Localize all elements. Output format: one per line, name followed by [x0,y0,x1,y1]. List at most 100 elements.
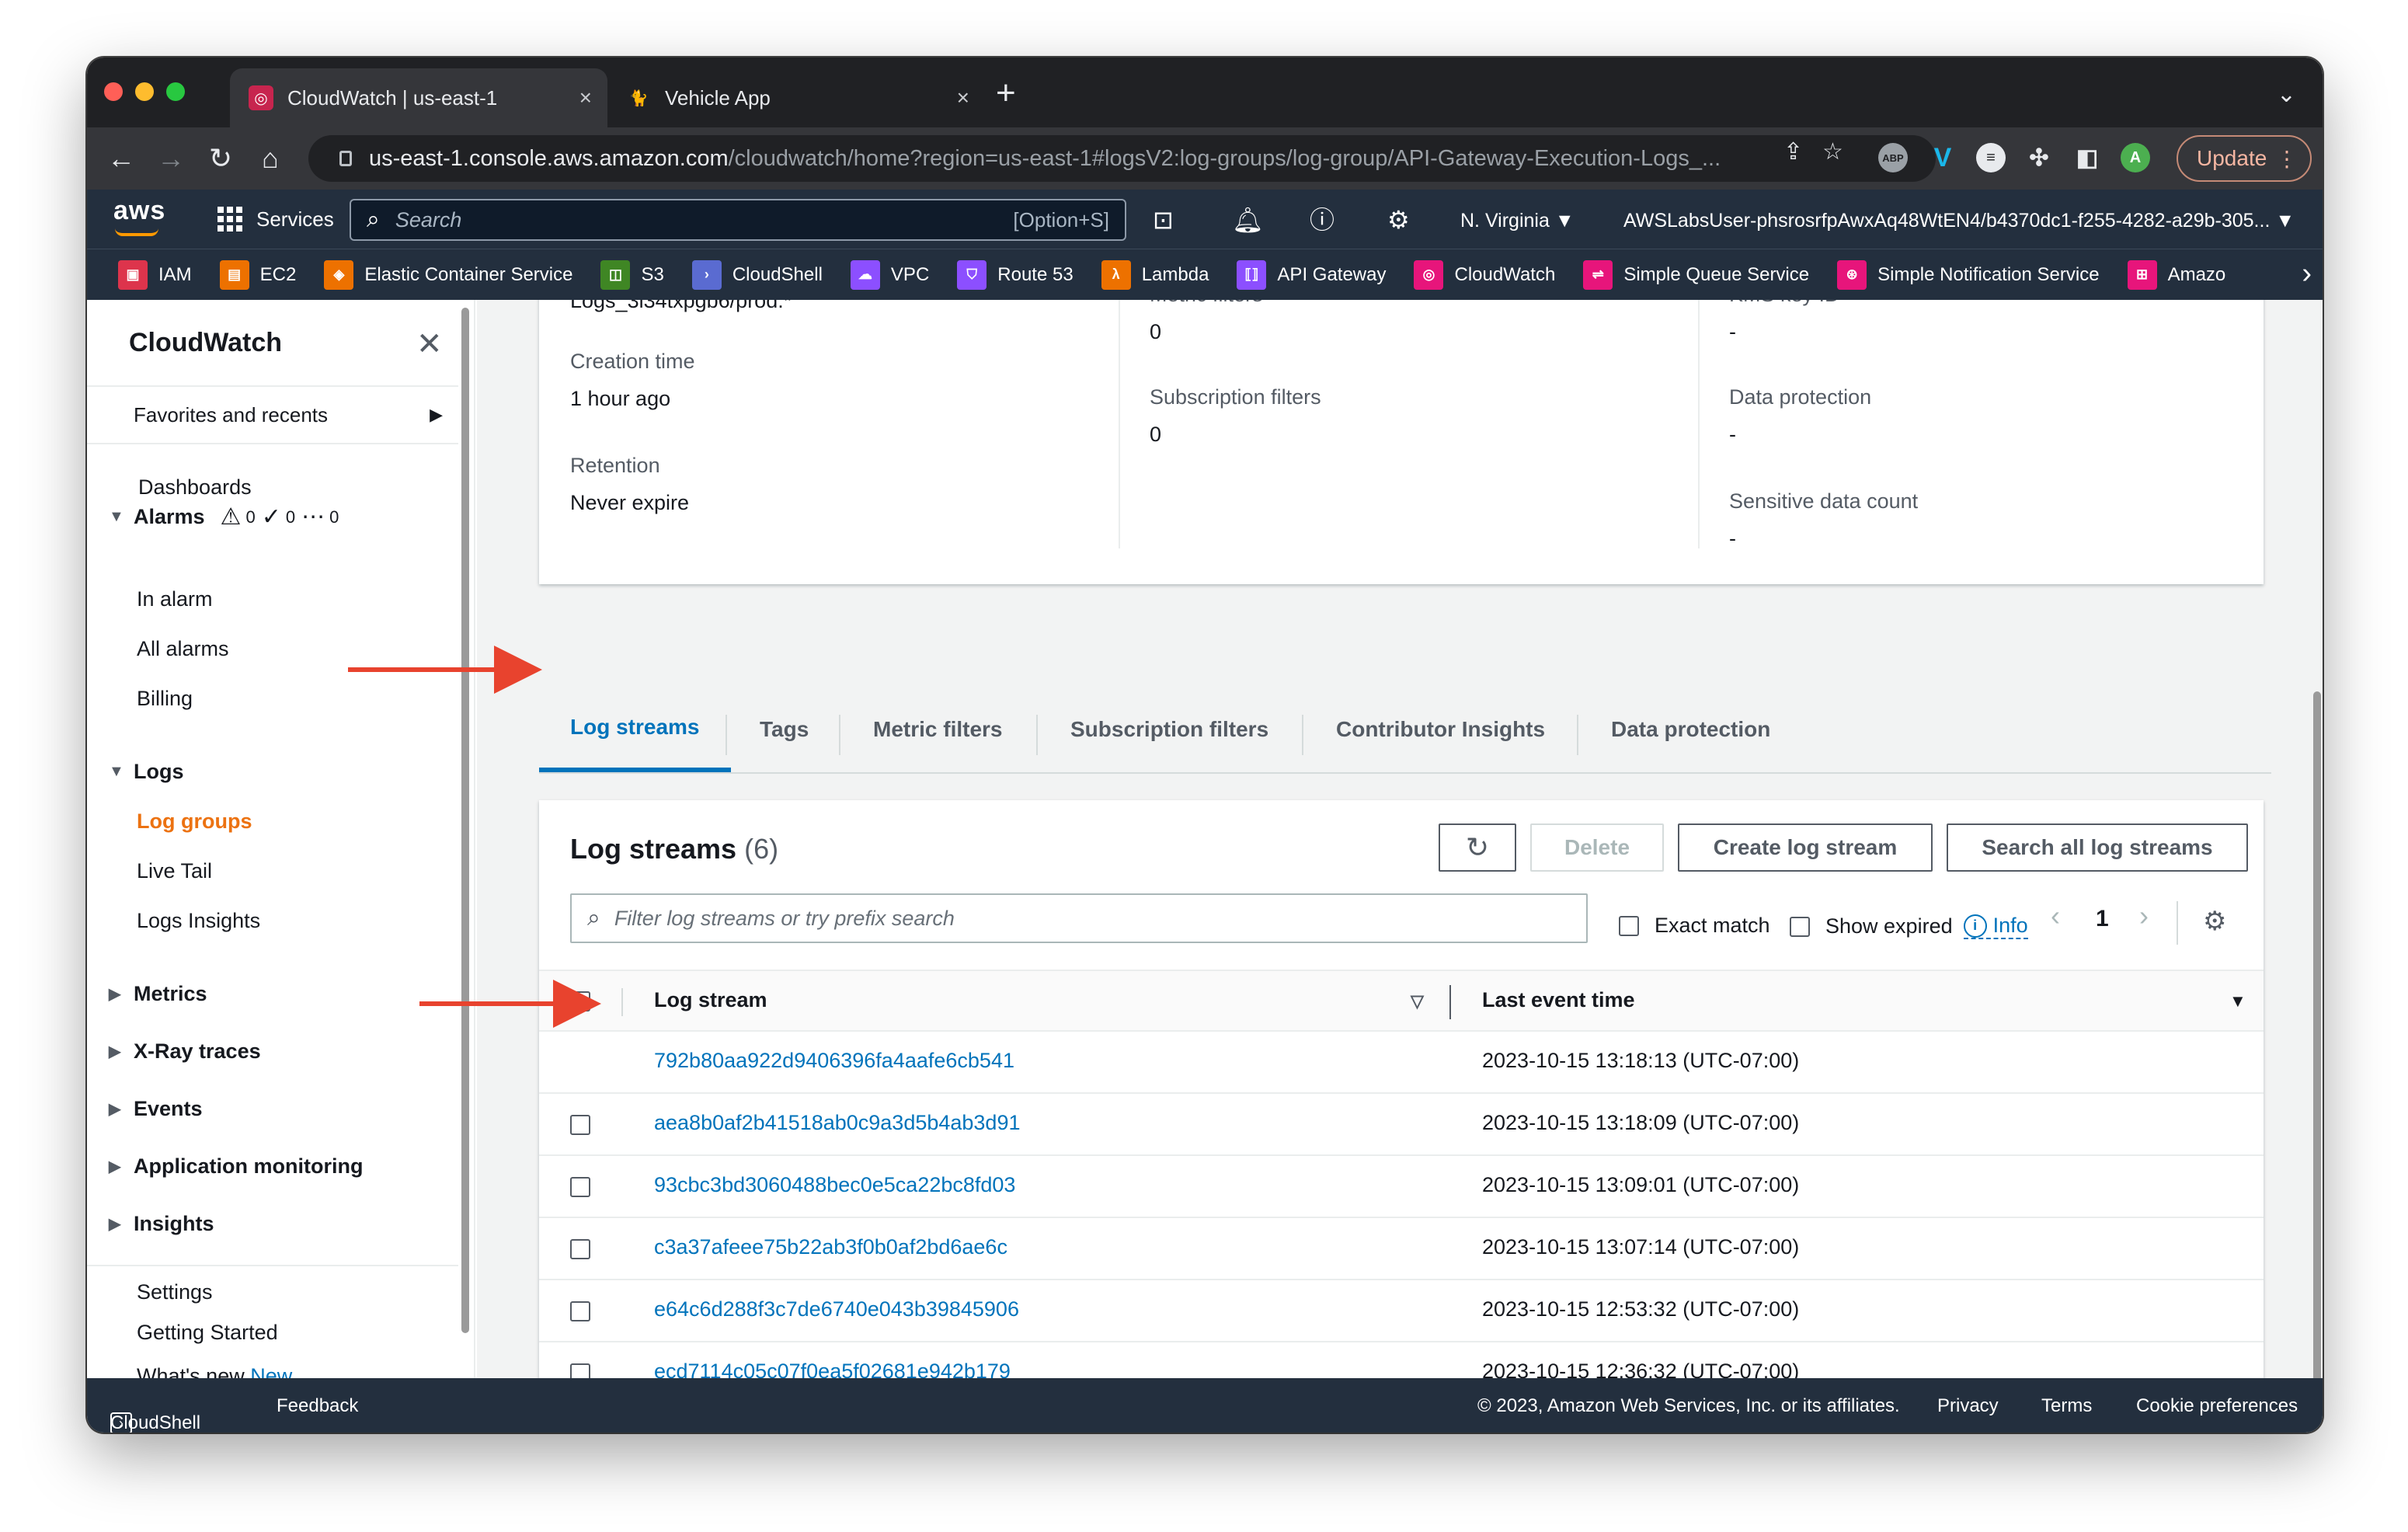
previous-page-chevron-icon[interactable]: ‹ [2051,900,2060,932]
favorites-and-recents[interactable]: Favorites and recents ▶ [87,385,458,444]
refresh-button[interactable]: ↻ [1439,823,1516,872]
row-checkbox[interactable] [570,1301,590,1321]
row-checkbox[interactable] [570,1177,590,1197]
delete-button[interactable]: Delete [1530,823,1664,872]
bookmark-star-icon[interactable]: ☆ [1822,138,1843,165]
footer-cookie-preferences-link[interactable]: Cookie preferences [2136,1395,2298,1417]
fav-route53[interactable]: ⛉ Route 53 [957,259,1074,290]
fav-api-gateway[interactable]: ⟦⟧ API Gateway [1237,259,1386,290]
tab-log-streams[interactable]: Log streams [539,687,731,772]
fav-lambda[interactable]: λ Lambda [1101,259,1209,290]
services-menu-button[interactable]: Services [217,207,334,232]
fav-sqs[interactable]: ⇌ Simple Queue Service [1583,259,1809,290]
puzzle-extensions-icon[interactable]: ✣ [2024,143,2054,172]
column-header-last-event-time[interactable]: Last event time [1482,988,1635,1012]
fav-sns[interactable]: ⊛ Simple Notification Service [1837,259,2100,290]
side-panel-icon[interactable]: ◧ [2072,143,2102,172]
minimize-window-button[interactable] [135,82,154,101]
aws-search-input[interactable]: ⌕ Search [Option+S] [350,199,1126,241]
close-tab-icon[interactable]: × [579,85,592,110]
filter-log-streams-input[interactable]: ⌕ Filter log streams or try prefix searc… [570,893,1588,943]
sidebar-item-all-alarms[interactable]: All alarms [137,637,229,661]
page-number[interactable]: 1 [2096,906,2109,932]
sidebar-item-log-groups[interactable]: Log groups [137,810,252,834]
help-icon[interactable]: ⓘ [1310,207,1334,233]
sidebar-section-logs[interactable]: ▼ Logs [109,760,184,784]
footer-terms-link[interactable]: Terms [2041,1395,2092,1417]
row-checkbox[interactable] [570,1239,590,1259]
tab-search-chevron-icon[interactable]: ⌄ [2277,81,2296,108]
info-link[interactable]: i Info [1963,914,2028,939]
footer-feedback-link[interactable]: Feedback [277,1395,358,1417]
maximize-window-button[interactable] [166,82,185,101]
tab-tags[interactable]: Tags [760,687,809,772]
tab-metric-filters[interactable]: Metric filters [873,687,1003,772]
sidebar-item-logs-insights[interactable]: Logs Insights [137,909,260,933]
new-tab-button[interactable]: + [996,76,1016,110]
reload-icon[interactable]: ↻ [204,141,238,176]
browser-tab-vehicle-app[interactable]: 🐈 Vehicle App × [607,68,985,127]
log-stream-link[interactable]: 792b80aa922d9406396fa4aafe6cb541 [654,1049,1014,1073]
fav-iam[interactable]: ▣ IAM [118,259,192,290]
column-resizer[interactable] [1449,985,1451,1019]
sidebar-section-events[interactable]: ▶ Events [109,1097,203,1121]
cloudshell-icon[interactable]: ⊡ [1153,207,1174,233]
main-scrollbar-thumb[interactable] [2313,691,2321,1388]
preferences-gear-icon[interactable]: ⚙ [2203,906,2226,937]
sidebar-item-settings[interactable]: Settings [137,1280,213,1304]
fav-s3[interactable]: ◫ S3 [600,259,664,290]
vimeo-extension-icon[interactable]: V [1928,143,1957,172]
sidebar-item-dashboards[interactable]: Dashboards [138,475,252,500]
fav-amazon-truncated[interactable]: ⊞ Amazo [2127,259,2225,290]
share-icon[interactable]: ⇪ [1783,138,1803,165]
sort-descending-icon[interactable]: ▽ [1411,991,1424,1011]
fav-vpc[interactable]: ☁ VPC [850,259,929,290]
forward-arrow-icon[interactable]: → [154,141,188,176]
close-icon[interactable]: ✕ [416,326,443,362]
main-scrollbar[interactable] [2313,300,2321,1388]
fav-cloudwatch[interactable]: ◎ CloudWatch [1414,259,1555,290]
sidebar-item-in-alarm[interactable]: In alarm [137,587,213,611]
kebab-menu-icon[interactable]: ⋮ [2276,146,2298,172]
region-selector[interactable]: N. Virginia ▼ [1460,210,1575,232]
create-log-stream-button[interactable]: Create log stream [1678,823,1933,872]
footer-privacy-link[interactable]: Privacy [1937,1395,1999,1417]
settings-gear-icon[interactable]: ⚙ [1387,207,1410,233]
log-stream-link[interactable]: e64c6d288f3c7de6740e043b39845906 [654,1297,1019,1321]
profile-avatar[interactable]: A [2121,143,2150,172]
notifications-bell-icon[interactable]: 🔔︎ [1232,207,1264,233]
address-bar[interactable]: us-east-1.console.aws.amazon.com/cloudwa… [308,135,1936,182]
update-browser-button[interactable]: Update ⋮ [2177,135,2312,182]
back-arrow-icon[interactable]: ← [104,141,138,176]
sidebar-section-xray[interactable]: ▶ X-Ray traces [109,1039,261,1064]
tab-data-protection[interactable]: Data protection [1611,687,1770,772]
sidebar-item-getting-started[interactable]: Getting Started [137,1321,278,1345]
sidebar-section-alarms[interactable]: ▼ Alarms ⚠ 0 ✓ 0 ⋯ 0 [109,503,339,531]
search-all-log-streams-button[interactable]: Search all log streams [1947,823,2248,872]
sidebar-section-insights[interactable]: ▶ Insights [109,1212,214,1236]
sidebar-section-application-monitoring[interactable]: ▶ Application monitoring [109,1154,363,1179]
account-menu[interactable]: AWSLabsUser-phsrosrfpAwxAq48WtEN4/b4370d… [1623,210,2295,232]
show-expired-checkbox[interactable] [1790,916,1810,937]
tab-subscription-filters[interactable]: Subscription filters [1070,687,1268,772]
fav-cloudshell[interactable]: › CloudShell [691,259,823,290]
close-window-button[interactable] [104,82,123,101]
adblock-extension-icon[interactable]: ABP [1878,143,1908,172]
home-icon[interactable]: ⌂ [253,141,287,176]
sidebar-item-billing[interactable]: Billing [137,687,193,711]
sidebar-item-live-tail[interactable]: Live Tail [137,859,212,883]
log-stream-link[interactable]: aea8b0af2b41518ab0c9a3d5b4ab3d91 [654,1111,1021,1135]
tab-contributor-insights[interactable]: Contributor Insights [1336,687,1545,772]
chevron-right-icon[interactable]: › [2295,257,2312,291]
next-page-chevron-icon[interactable]: › [2139,900,2149,932]
extension-circle-icon[interactable]: ≡ [1976,143,2006,172]
log-stream-link[interactable]: 93cbc3bd3060488bec0e5ca22bc8fd03 [654,1173,1015,1197]
sort-filled-down-icon[interactable]: ▼ [2229,991,2246,1011]
sidebar-scrollbar[interactable] [461,308,469,1333]
exact-match-option[interactable]: Exact match [1619,914,1770,938]
aws-logo[interactable]: aws [113,196,165,226]
close-tab-icon[interactable]: × [957,85,969,110]
fav-ec2[interactable]: ▤ EC2 [219,259,296,290]
sidebar-section-metrics[interactable]: ▶ Metrics [109,982,207,1006]
exact-match-checkbox[interactable] [1619,915,1639,936]
